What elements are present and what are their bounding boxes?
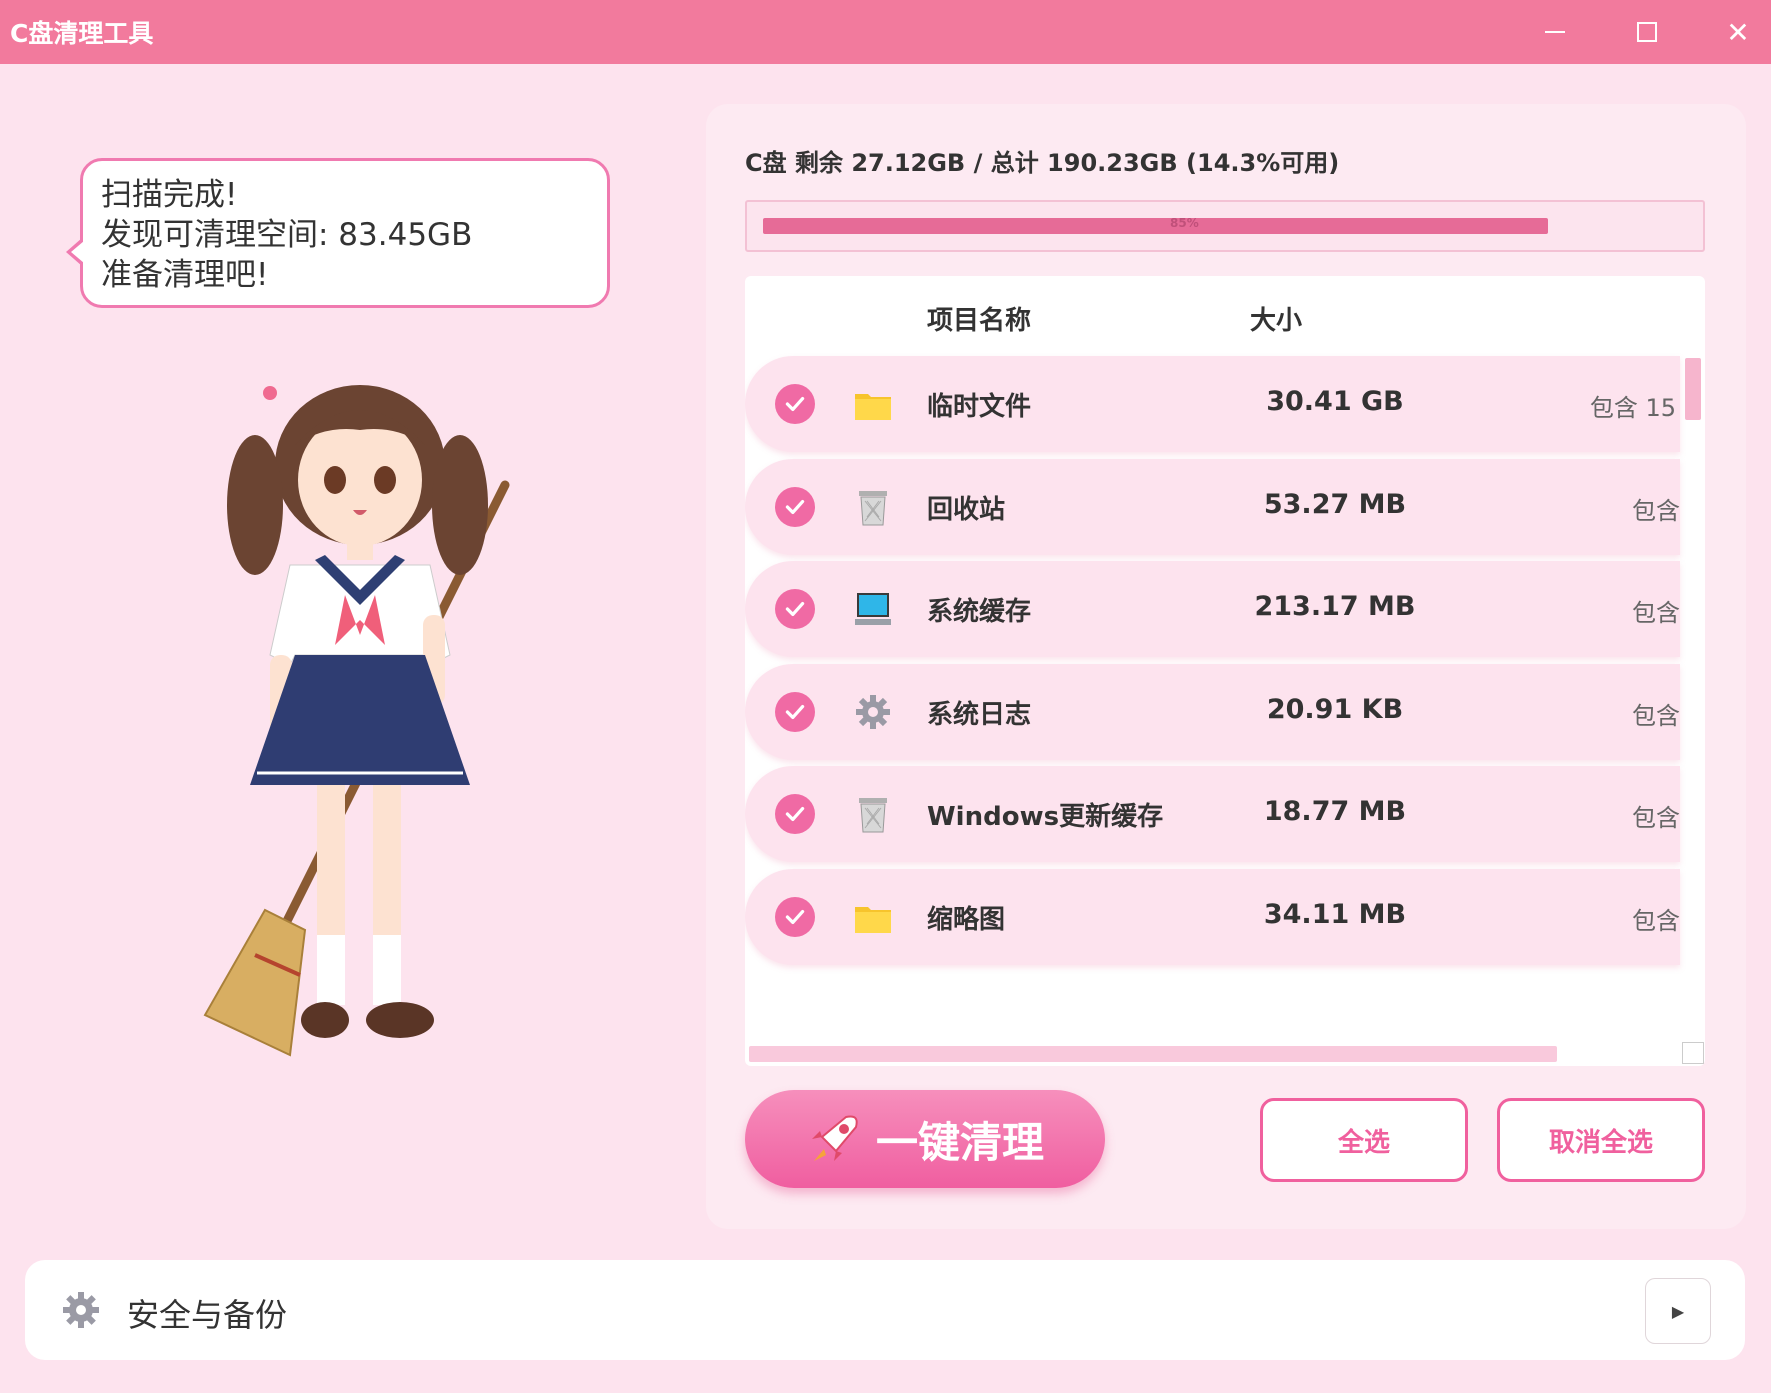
row-size: 20.91 KB [1266,694,1404,725]
check-icon [785,704,805,720]
bubble-line-2: 发现可清理空间: 83.45GB [101,217,473,253]
row-description: 包含 [1632,804,1680,832]
select-all-button[interactable]: 全选 [1260,1098,1468,1182]
bubble-line-1: 扫描完成! [101,177,238,213]
close-button[interactable]: ✕ [1693,0,1771,64]
recycle-bin-icon [853,487,893,527]
row-description: 包含 [1632,497,1680,525]
one-click-clean-button[interactable]: 一键清理 [745,1090,1105,1188]
recycle-bin-icon [853,794,893,834]
bubble-line-3: 准备清理吧! [101,257,269,293]
security-backup-bar[interactable]: 安全与备份 ▶ [25,1260,1745,1360]
column-size: 大小 [1250,306,1303,336]
row-description: 包含 15 [1589,394,1676,422]
column-name: 项目名称 [927,306,1032,336]
minimize-button[interactable] [1510,0,1600,64]
folder-icon [853,384,893,424]
vertical-scrollbar[interactable] [1685,358,1701,420]
row-name: 系统日志 [927,700,1032,730]
row-size: 53.27 MB [1263,489,1407,520]
row-checkbox[interactable] [775,384,815,424]
list-row[interactable]: 系统缓存 213.17 MB 包含 [745,561,1680,657]
disk-summary: C盘 剩余 27.12GB / 总计 190.23GB (14.3%可用) [745,149,1340,177]
list-row[interactable]: Windows更新缓存 18.77 MB 包含 [745,766,1680,862]
row-checkbox[interactable] [775,589,815,629]
clean-label: 一键清理 [875,1117,1044,1167]
window-title: C盘清理工具 [10,19,154,48]
disk-usage-bar: 85% [745,200,1705,252]
row-checkbox[interactable] [775,487,815,527]
deselect-all-button[interactable]: 取消全选 [1497,1098,1705,1182]
close-icon: ✕ [1726,15,1750,49]
row-size: 18.77 MB [1263,796,1407,827]
computer-icon [853,589,893,629]
row-name: Windows更新缓存 [927,802,1164,832]
row-description: 包含 [1632,907,1680,935]
title-bar: C盘清理工具 [0,0,1771,64]
disk-usage-percent: 85% [1170,216,1199,230]
list-row[interactable]: 临时文件 30.41 GB 包含 15 [745,356,1680,452]
check-icon [785,396,805,412]
cleanup-list: 项目名称 大小 临时文件 30.41 GB 包含 15 回收站 53.27 MB 包含 系统… [745,276,1705,1066]
row-name: 临时文件 [927,392,1032,422]
row-name: 缩略图 [927,905,1006,935]
row-name: 系统缓存 [927,597,1032,627]
scroll-corner [1682,1042,1704,1064]
disk-usage-fill [763,218,1548,234]
row-checkbox[interactable] [775,794,815,834]
list-row[interactable]: 系统日志 20.91 KB 包含 [745,664,1680,760]
folder-icon [853,897,893,937]
play-icon: ▶ [1671,1301,1685,1321]
list-header: 项目名称 大小 [745,276,1705,356]
row-checkbox[interactable] [775,897,815,937]
check-icon [785,806,805,822]
row-size: 30.41 GB [1266,386,1404,417]
maximize-icon [1637,22,1657,42]
list-row[interactable]: 缩略图 34.11 MB 包含 [745,869,1680,965]
expand-button[interactable]: ▶ [1645,1278,1711,1344]
rocket-icon [811,1115,858,1161]
row-name: 回收站 [927,495,1006,525]
row-description: 包含 [1632,599,1680,627]
gear-icon [63,1292,99,1328]
minimize-icon [1545,31,1565,33]
gear-icon [853,692,893,732]
check-icon [785,601,805,617]
check-icon [785,909,805,925]
horizontal-scrollbar[interactable] [749,1046,1557,1062]
speech-bubble: 扫描完成! 发现可清理空间: 83.45GB 准备清理吧! [80,158,610,308]
list-row[interactable]: 回收站 53.27 MB 包含 [745,459,1680,555]
select-all-label: 全选 [1337,1127,1390,1158]
character-illustration [203,385,510,1057]
row-size: 34.11 MB [1263,899,1407,930]
maximize-button[interactable] [1602,0,1692,64]
security-backup-label: 安全与备份 [127,1296,288,1334]
row-checkbox[interactable] [775,692,815,732]
row-description: 包含 [1632,702,1680,730]
deselect-all-label: 取消全选 [1548,1127,1653,1158]
check-icon [785,499,805,515]
row-size: 213.17 MB [1254,591,1416,622]
